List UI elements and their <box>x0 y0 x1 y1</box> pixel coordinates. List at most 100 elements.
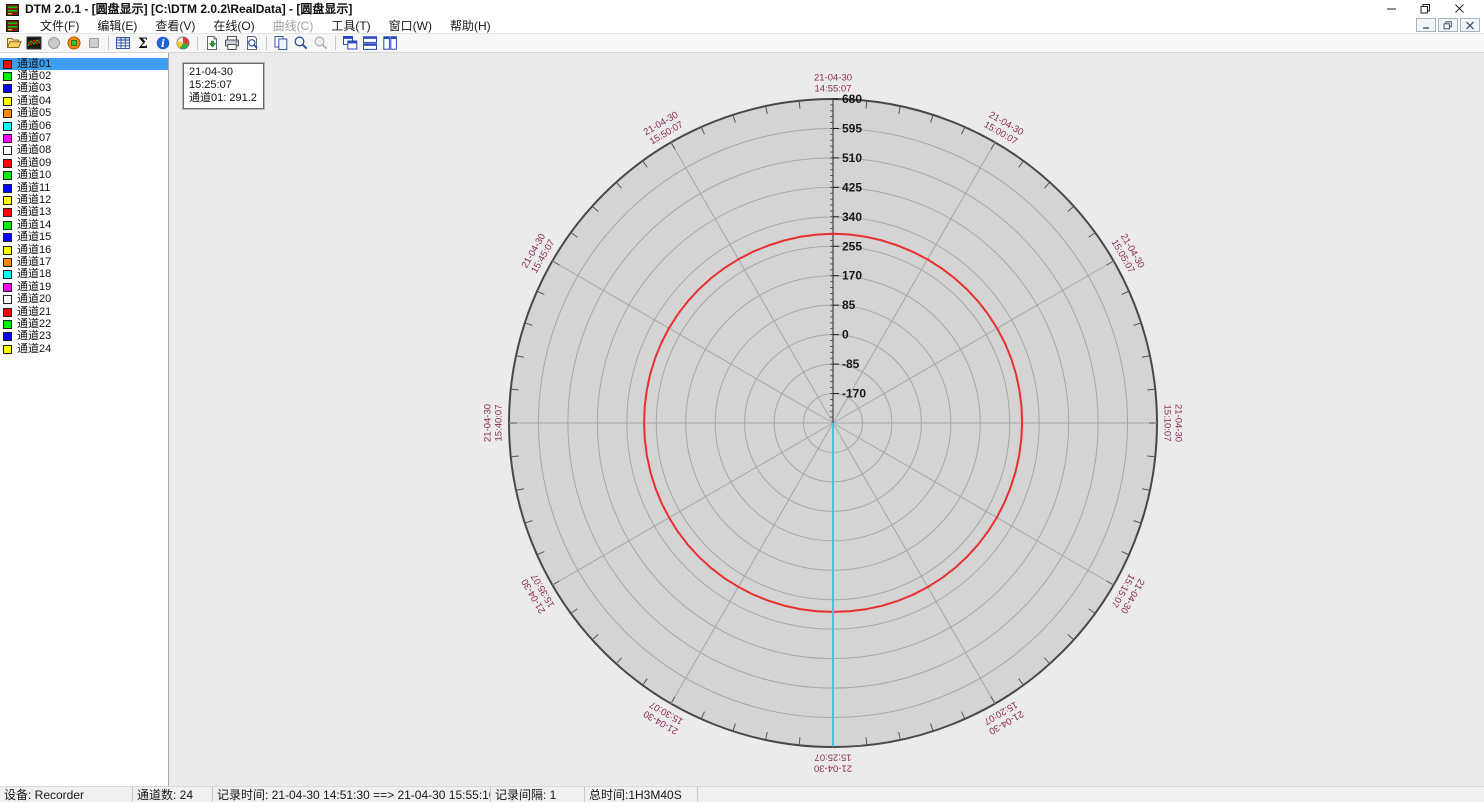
status-channel-count: 通道数: 24 <box>133 787 213 802</box>
data-view-button[interactable] <box>24 34 44 52</box>
channel-color-swatch <box>3 233 12 242</box>
polar-chart[interactable]: 680595510425340255170850-85-170 <box>169 53 1483 786</box>
pie-chart-button[interactable] <box>173 34 193 52</box>
mdi-child-icon <box>6 19 19 31</box>
tooltip-time: 15:25:07 <box>189 79 257 92</box>
menu-bar: 文件(F)编辑(E)查看(V)在线(O)曲线(C)工具(T)窗口(W)帮助(H) <box>0 17 1484 34</box>
info-button[interactable]: i <box>153 34 173 52</box>
channel-item-01[interactable]: 通道01 <box>0 58 168 70</box>
channel-label: 通道02 <box>17 71 51 82</box>
channel-list: 通道01通道02通道03通道04通道05通道06通道07通道08通道09通道10… <box>0 53 169 786</box>
axis-tick-label: 255 <box>842 239 862 253</box>
channel-color-swatch <box>3 122 12 131</box>
main-area: 通道01通道02通道03通道04通道05通道06通道07通道08通道09通道10… <box>0 53 1484 786</box>
mdi-minimize-button[interactable] <box>1416 18 1436 32</box>
statistics-button[interactable]: Σ <box>133 34 153 52</box>
channel-item-21[interactable]: 通道21 <box>0 306 168 318</box>
svg-text:Σ: Σ <box>138 36 148 51</box>
channel-item-10[interactable]: 通道10 <box>0 170 168 182</box>
status-bar: 设备: Recorder通道数: 24记录时间: 21-04-30 14:51:… <box>0 786 1484 802</box>
mdi-restore-button[interactable] <box>1438 18 1458 32</box>
channel-item-18[interactable]: 通道18 <box>0 269 168 281</box>
menu-o[interactable]: 在线(O) <box>204 16 263 35</box>
channel-color-swatch <box>3 208 12 217</box>
printer-icon <box>224 35 240 51</box>
restore-button[interactable] <box>1408 0 1442 17</box>
channel-item-24[interactable]: 通道24 <box>0 343 168 355</box>
trend-chart-icon <box>26 35 42 51</box>
channel-item-11[interactable]: 通道11 <box>0 182 168 194</box>
print-button[interactable] <box>222 34 242 52</box>
polar-chart-area[interactable]: 680595510425340255170850-85-170 21-04-30… <box>169 53 1484 786</box>
channel-label: 通道16 <box>17 245 51 256</box>
channel-item-02[interactable]: 通道02 <box>0 70 168 82</box>
channel-item-22[interactable]: 通道22 <box>0 318 168 330</box>
toolbar-separator <box>335 36 336 50</box>
channel-label: 通道01 <box>17 59 51 70</box>
channel-item-13[interactable]: 通道13 <box>0 207 168 219</box>
stop-icon <box>86 35 102 51</box>
online-pause-button <box>44 34 64 52</box>
open-file-button[interactable] <box>4 34 24 52</box>
channel-label: 通道05 <box>17 108 51 119</box>
menu-t[interactable]: 工具(T) <box>322 16 379 35</box>
export-button[interactable] <box>202 34 222 52</box>
axis-tick-label: 170 <box>842 269 862 283</box>
channel-item-20[interactable]: 通道20 <box>0 293 168 305</box>
cascade-windows-button[interactable] <box>340 34 360 52</box>
channel-item-19[interactable]: 通道19 <box>0 281 168 293</box>
channel-label: 通道18 <box>17 269 51 280</box>
table-grid-icon <box>115 35 131 51</box>
menu-w[interactable]: 窗口(W) <box>380 16 441 35</box>
channel-color-swatch <box>3 134 12 143</box>
cascade-icon <box>342 35 358 51</box>
print-preview-button[interactable] <box>242 34 262 52</box>
menu-f[interactable]: 文件(F) <box>31 16 88 35</box>
channel-item-12[interactable]: 通道12 <box>0 194 168 206</box>
channel-item-05[interactable]: 通道05 <box>0 108 168 120</box>
channel-label: 通道24 <box>17 344 51 355</box>
channel-color-swatch <box>3 221 12 230</box>
channel-item-03[interactable]: 通道03 <box>0 83 168 95</box>
menu-v[interactable]: 查看(V) <box>146 16 204 35</box>
application-window: DTM 2.0.1 - [圆盘显示] [C:\DTM 2.0.2\RealDat… <box>0 0 1484 802</box>
channel-item-07[interactable]: 通道07 <box>0 132 168 144</box>
channel-item-04[interactable]: 通道04 <box>0 95 168 107</box>
status-record-interval: 记录间隔: 1 <box>491 787 585 802</box>
online-record-button[interactable] <box>64 34 84 52</box>
channel-item-16[interactable]: 通道16 <box>0 244 168 256</box>
channel-item-17[interactable]: 通道17 <box>0 256 168 268</box>
channel-color-swatch <box>3 308 12 317</box>
channel-label: 通道12 <box>17 195 51 206</box>
axis-tick-label: 0 <box>842 328 849 342</box>
channel-color-swatch <box>3 196 12 205</box>
mdi-close-button[interactable] <box>1460 18 1480 32</box>
close-button[interactable] <box>1442 0 1476 17</box>
channel-item-08[interactable]: 通道08 <box>0 145 168 157</box>
data-table-button[interactable] <box>113 34 133 52</box>
channel-item-15[interactable]: 通道15 <box>0 231 168 243</box>
channel-label: 通道03 <box>17 83 51 94</box>
channel-label: 通道09 <box>17 158 51 169</box>
axis-tick-label: 340 <box>842 210 862 224</box>
menu-h[interactable]: 帮助(H) <box>441 16 500 35</box>
menu-e[interactable]: 编辑(E) <box>88 16 146 35</box>
channel-color-swatch <box>3 184 12 193</box>
zoom-button[interactable] <box>291 34 311 52</box>
channel-label: 通道10 <box>17 170 51 181</box>
channel-item-23[interactable]: 通道23 <box>0 331 168 343</box>
copy-button[interactable] <box>271 34 291 52</box>
mdi-window-controls <box>1416 18 1480 32</box>
channel-label: 通道15 <box>17 232 51 243</box>
channel-label: 通道13 <box>17 207 51 218</box>
time-label-154007: 21-04-3015:40:07 <box>484 404 505 442</box>
channel-item-14[interactable]: 通道14 <box>0 219 168 231</box>
tile-horizontal-button[interactable] <box>360 34 380 52</box>
tile-vertical-button[interactable] <box>380 34 400 52</box>
channel-item-09[interactable]: 通道09 <box>0 157 168 169</box>
channel-item-06[interactable]: 通道06 <box>0 120 168 132</box>
channel-color-swatch <box>3 320 12 329</box>
minimize-button[interactable] <box>1374 0 1408 17</box>
info-icon: i <box>155 35 171 51</box>
export-file-icon <box>204 35 220 51</box>
